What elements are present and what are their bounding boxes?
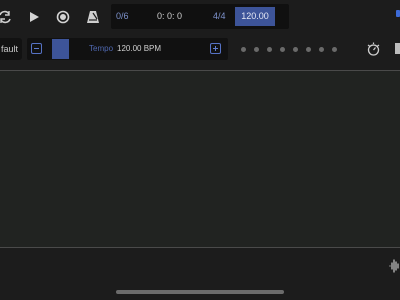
beat-dot [241, 47, 246, 52]
beat-dot [267, 47, 272, 52]
beat-dot [293, 47, 298, 52]
metronome-icon[interactable] [84, 8, 102, 26]
transport-display: 0/6 0: 0: 0 4/4 120.00 [111, 4, 289, 29]
tempo-slider-fill[interactable] [52, 39, 69, 59]
tempo-display[interactable]: 120.00 [235, 7, 275, 26]
tuner-icon[interactable] [366, 42, 381, 57]
app-root: 0/6 0: 0: 0 4/4 120.00 fault Tempo 120.0… [0, 0, 400, 300]
panel-toggle-icon[interactable] [395, 43, 400, 54]
position-readout: 0/6 [116, 11, 129, 21]
beat-dot [319, 47, 324, 52]
beat-dot [332, 47, 337, 52]
edge-indicator [396, 10, 400, 17]
waveform-icon[interactable] [389, 258, 400, 274]
beat-dot [306, 47, 311, 52]
beat-dot [254, 47, 259, 52]
tempo-increase-button[interactable] [210, 43, 221, 54]
transport-bar: 0/6 0: 0: 0 4/4 120.00 [0, 0, 400, 34]
time-readout: 0: 0: 0 [157, 11, 183, 21]
tempo-decrease-button[interactable] [31, 43, 42, 54]
tempo-toolbar: fault Tempo 120.00 BPM [0, 36, 400, 64]
loop-icon[interactable] [0, 8, 14, 26]
tempo-label: Tempo [89, 44, 114, 53]
beat-indicator [241, 47, 337, 52]
home-indicator[interactable] [116, 290, 284, 294]
track-area[interactable] [0, 70, 400, 248]
preset-button[interactable]: fault [0, 38, 22, 60]
tempo-slider[interactable]: Tempo 120.00 BPM [27, 38, 228, 60]
tempo-value: 120.00 BPM [117, 44, 162, 53]
beat-dot [280, 47, 285, 52]
play-icon[interactable] [25, 8, 43, 26]
time-signature[interactable]: 4/4 [213, 11, 226, 22]
record-icon[interactable] [54, 8, 72, 26]
